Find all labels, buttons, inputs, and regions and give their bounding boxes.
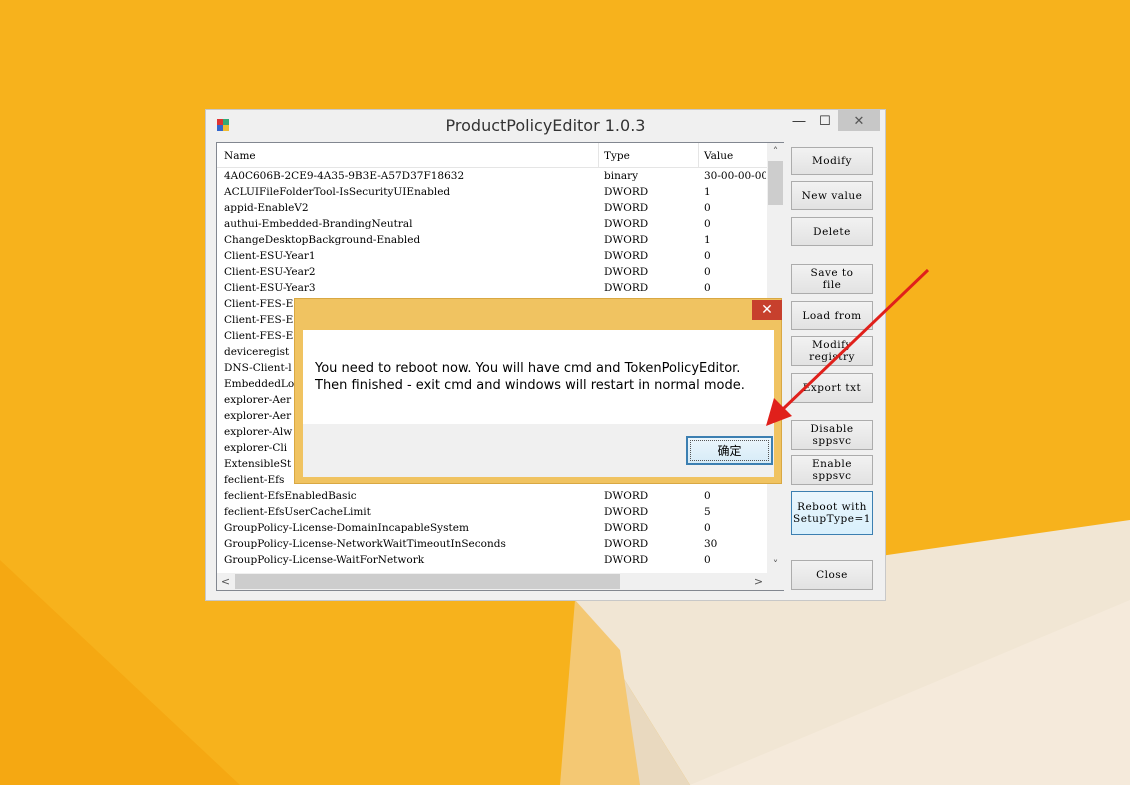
row-type: DWORD	[604, 538, 649, 550]
row-name: deviceregist	[224, 346, 290, 358]
row-type: DWORD	[604, 234, 649, 246]
table-row[interactable]: Client-ESU-Year3 DWORD 0	[217, 280, 767, 296]
row-name: appid-EnableV2	[224, 202, 309, 214]
row-name: GroupPolicy-License-NetworkWaitTimeoutIn…	[224, 538, 506, 550]
window-title: ProductPolicyEditor 1.0.3	[445, 116, 646, 135]
row-value: 0	[704, 218, 711, 230]
row-name: 4A0C606B-2CE9-4A35-9B3E-A57D37F18632	[224, 170, 465, 182]
horizontal-scroll-thumb[interactable]	[235, 574, 620, 589]
dialog-message-area: You need to reboot now. You will have cm…	[303, 330, 774, 424]
ok-button[interactable]: 确定	[686, 436, 773, 465]
row-value: 0	[704, 554, 711, 566]
enable-sppsvc-button[interactable]: Enable sppsvc	[791, 455, 873, 485]
save-to-file-button[interactable]: Save to file	[791, 264, 873, 294]
row-name: Client-ESU-Year2	[224, 266, 316, 278]
row-type: DWORD	[604, 490, 649, 502]
dialog-message: You need to reboot now. You will have cm…	[315, 361, 745, 393]
delete-button[interactable]: Delete	[791, 217, 873, 246]
row-value: 0	[704, 266, 711, 278]
row-name: explorer-Aer	[224, 394, 292, 406]
focus-rectangle	[690, 440, 769, 461]
new-value-button[interactable]: New value	[791, 181, 873, 210]
table-row[interactable]: feclient-EfsEnabledBasic DWORD 0	[217, 488, 767, 504]
title-bar: ProductPolicyEditor 1.0.3 — ☐ ✕	[206, 110, 885, 140]
reboot-setuptype-button[interactable]: Reboot with SetupType=1	[791, 491, 873, 535]
row-name: explorer-Aer	[224, 410, 292, 422]
row-type: DWORD	[604, 202, 649, 214]
row-name: explorer-Cli	[224, 442, 288, 454]
row-name: DNS-Client-l	[224, 362, 292, 374]
table-row[interactable]: appid-EnableV2 DWORD 0	[217, 200, 767, 216]
row-name: Client-ESU-Year3	[224, 282, 316, 294]
table-row[interactable]: GroupPolicy-License-WaitForNetwork DWORD 0	[217, 552, 767, 568]
minimize-button[interactable]: —	[786, 110, 812, 131]
scroll-left-icon[interactable]: <	[217, 573, 234, 590]
disable-sppsvc-button[interactable]: Disable sppsvc	[791, 420, 873, 450]
row-value: 1	[704, 234, 711, 246]
row-value: 5	[704, 506, 711, 518]
table-row[interactable]: GroupPolicy-License-NetworkWaitTimeoutIn…	[217, 536, 767, 552]
table-row[interactable]: ACLUIFileFolderTool-IsSecurityUIEnabled D…	[217, 184, 767, 200]
row-name: ChangeDesktopBackground-Enabled	[224, 234, 421, 246]
row-type: DWORD	[604, 266, 649, 278]
table-row[interactable]: 4A0C606B-2CE9-4A35-9B3E-A57D37F18632 bina…	[217, 168, 767, 184]
horizontal-scrollbar[interactable]: < >	[217, 573, 767, 590]
row-value: 0	[704, 282, 711, 294]
scroll-corner	[767, 573, 784, 590]
scroll-up-icon[interactable]: ˄	[767, 143, 784, 160]
scroll-down-icon[interactable]: ˅	[767, 556, 784, 573]
modify-registry-button[interactable]: Modify registry	[791, 336, 873, 366]
list-header: Name Type Value	[217, 143, 767, 168]
table-row[interactable]: feclient-EfsUserCacheLimit DWORD 5	[217, 504, 767, 520]
table-row[interactable]: ChangeDesktopBackground-Enabled DWORD 1	[217, 232, 767, 248]
row-name: ExtensibleSt	[224, 458, 292, 470]
row-name: Client-ESU-Year1	[224, 250, 316, 262]
row-name: GroupPolicy-License-DomainIncapableSyste…	[224, 522, 469, 534]
row-value: 0	[704, 522, 711, 534]
row-type: DWORD	[604, 218, 649, 230]
row-type: DWORD	[604, 506, 649, 518]
row-value: 0	[704, 250, 711, 262]
vertical-scroll-thumb[interactable]	[768, 161, 783, 205]
row-value: 0	[704, 202, 711, 214]
row-type: DWORD	[604, 554, 649, 566]
row-name: feclient-Efs	[224, 474, 285, 486]
column-header-value[interactable]: Value	[698, 143, 733, 167]
column-header-type[interactable]: Type	[598, 143, 630, 167]
row-type: DWORD	[604, 186, 649, 198]
maximize-button[interactable]: ☐	[812, 110, 838, 131]
message-dialog: ✕ You need to reboot now. You will have …	[294, 298, 782, 484]
table-row[interactable]: authui-Embedded-BrandingNeutral DWORD 0	[217, 216, 767, 232]
row-name: feclient-EfsUserCacheLimit	[224, 506, 371, 518]
close-button[interactable]: Close	[791, 560, 873, 590]
table-row[interactable]: Client-ESU-Year2 DWORD 0	[217, 264, 767, 280]
row-name: ACLUIFileFolderTool-IsSecurityUIEnabled	[224, 186, 451, 198]
row-name: authui-Embedded-BrandingNeutral	[224, 218, 413, 230]
row-value: 30	[704, 538, 718, 550]
row-type: DWORD	[604, 522, 649, 534]
row-value: 1	[704, 186, 711, 198]
modify-button[interactable]: Modify	[791, 147, 873, 175]
row-type: binary	[604, 170, 639, 182]
row-name: GroupPolicy-License-WaitForNetwork	[224, 554, 425, 566]
row-name: feclient-EfsEnabledBasic	[224, 490, 357, 502]
load-from-button[interactable]: Load from	[791, 301, 873, 330]
export-txt-button[interactable]: Export txt	[791, 373, 873, 403]
row-value: 0	[704, 490, 711, 502]
table-row[interactable]: Client-ESU-Year1 DWORD 0	[217, 248, 767, 264]
row-name: explorer-Alw	[224, 426, 293, 438]
row-name: Client-FES-E	[224, 314, 294, 326]
window-close-button[interactable]: ✕	[838, 110, 880, 131]
row-name: Client-FES-E	[224, 330, 294, 342]
row-type: DWORD	[604, 250, 649, 262]
row-value: 30-00-00-00	[704, 170, 766, 182]
row-name: Client-FES-E	[224, 298, 294, 310]
dialog-close-button[interactable]: ✕	[752, 300, 782, 320]
scroll-right-icon[interactable]: >	[750, 573, 767, 590]
table-row[interactable]: GroupPolicy-License-DomainIncapableSyste…	[217, 520, 767, 536]
row-type: DWORD	[604, 282, 649, 294]
dialog-body: You need to reboot now. You will have cm…	[303, 330, 774, 477]
column-header-name[interactable]: Name	[224, 150, 256, 162]
